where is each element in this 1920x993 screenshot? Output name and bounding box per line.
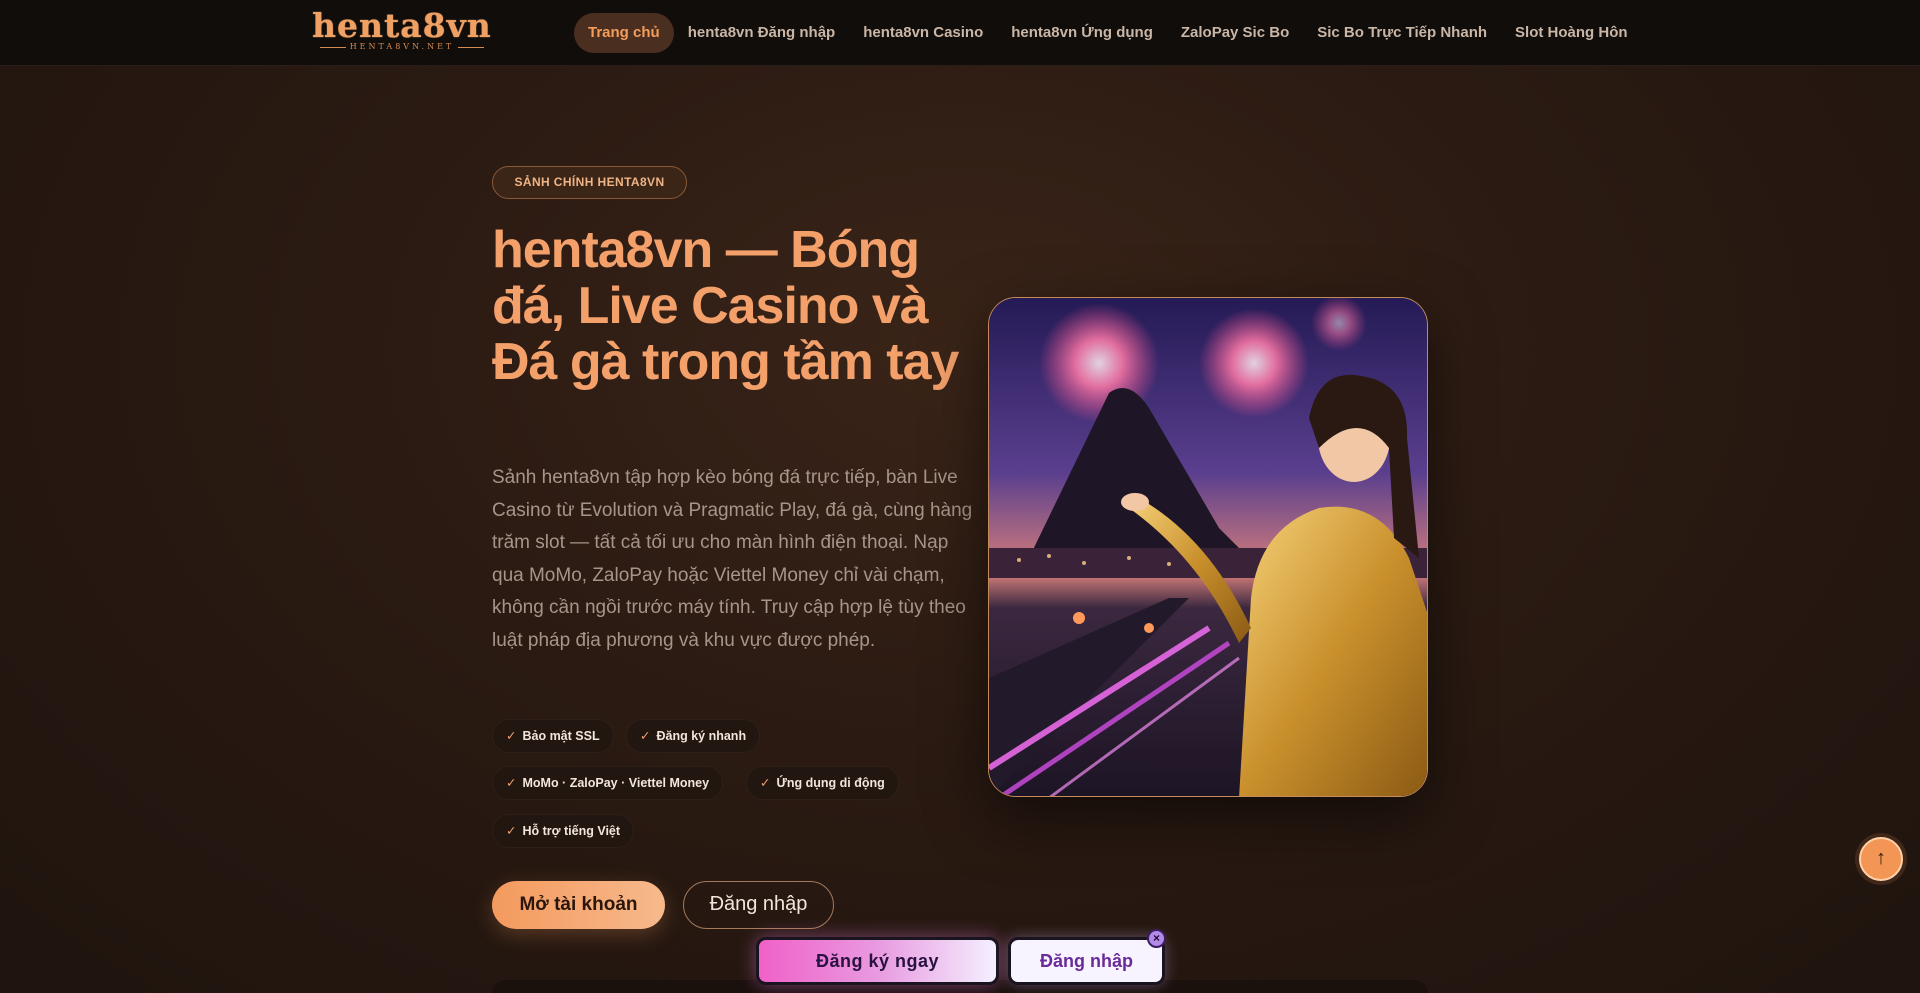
feature-chip-vietnamese-support: ✓ Hỗ trợ tiếng Việt — [492, 814, 635, 848]
main-nav: Trang chủ henta8vn Đăng nhập henta8vn Ca… — [574, 13, 1642, 53]
nav-item-login[interactable]: henta8vn Đăng nhập — [674, 13, 850, 53]
feature-chip-label: Bảo mật SSL — [522, 729, 600, 743]
hero-login-button[interactable]: Đăng nhập — [683, 881, 834, 929]
scroll-top-button[interactable]: ↑ — [1859, 837, 1903, 881]
close-icon: × — [1152, 931, 1160, 945]
check-icon: ✓ — [506, 824, 517, 838]
sticky-login-button[interactable]: Đăng nhập — [1008, 937, 1165, 985]
feature-chip-label: Hỗ trợ tiếng Việt — [522, 824, 621, 838]
check-icon: ✓ — [506, 729, 517, 743]
arrow-up-icon: ↑ — [1876, 847, 1886, 869]
nav-item-zalopay-sicbo[interactable]: ZaloPay Sic Bo — [1167, 13, 1303, 53]
feature-chip-label: Đăng ký nhanh — [656, 729, 747, 743]
site-logo[interactable]: henta8vn HENTA8VN.NET — [312, 6, 492, 52]
nav-item-app[interactable]: henta8vn Ứng dụng — [997, 13, 1167, 53]
hero-description: Sảnh henta8vn tập hợp kèo bóng đá trực t… — [492, 467, 973, 651]
check-icon: ✓ — [506, 776, 517, 790]
feature-chip-payments: ✓ MoMo · ZaloPay · Viettel Money — [492, 766, 724, 800]
nav-item-casino[interactable]: henta8vn Casino — [849, 13, 997, 53]
nav-item-home[interactable]: Trang chủ — [574, 13, 674, 53]
feature-chip-label: MoMo · ZaloPay · Viettel Money — [522, 776, 710, 790]
hero-title: henta8vn — Bóng đá, Live Casino và Đá gà… — [492, 221, 959, 391]
nav-item-sicbo-live[interactable]: Sic Bo Trực Tiếp Nhanh — [1303, 13, 1501, 53]
sticky-register-button[interactable]: Đăng ký ngay — [756, 937, 999, 985]
feature-chip-ssl: ✓ Bảo mật SSL — [492, 719, 614, 753]
hero-image — [988, 297, 1428, 797]
sticky-close-button[interactable]: × — [1147, 929, 1166, 948]
open-account-button[interactable]: Mở tài khoản — [492, 881, 665, 929]
hero-scene-illustration — [989, 298, 1427, 796]
logo-text: henta8vn — [312, 6, 492, 45]
feature-chip-label: Ứng dụng di động — [776, 776, 885, 790]
hero-badge: SẢNH CHÍNH HENTA8VN — [492, 166, 687, 199]
nav-item-slot-sunset[interactable]: Slot Hoàng Hôn — [1501, 13, 1642, 53]
check-icon: ✓ — [760, 776, 771, 790]
feature-chip-mobile-app: ✓ Ứng dụng di động — [746, 766, 899, 800]
feature-chip-quick-signup: ✓ Đăng ký nhanh — [626, 719, 761, 753]
top-navbar: henta8vn HENTA8VN.NET Trang chủ henta8vn… — [0, 0, 1920, 66]
check-icon: ✓ — [640, 729, 651, 743]
logo-subtext: HENTA8VN.NET — [312, 42, 492, 51]
